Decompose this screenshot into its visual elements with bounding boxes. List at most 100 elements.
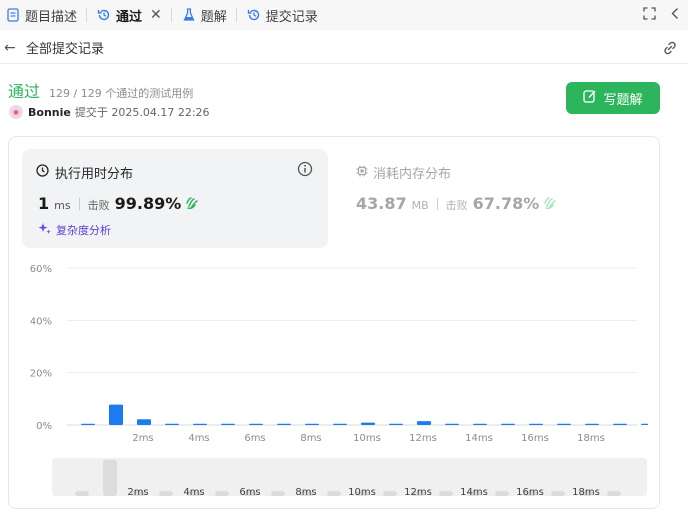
y-tick-label: 60% (30, 264, 52, 275)
memory-beats-value: 67.78% (472, 194, 540, 213)
y-tick-label: 20% (30, 369, 52, 380)
memory-metric: 43.87 MB 击败 67.78% (356, 194, 557, 213)
fullscreen-icon[interactable] (643, 6, 656, 24)
complexity-label: 复杂度分析 (56, 224, 111, 237)
runtime-label: 执行用时分布 (55, 167, 134, 182)
chart-bar (557, 423, 571, 425)
tabbar-actions (643, 0, 680, 30)
x-tick-label: 4ms (188, 433, 209, 444)
minimap-bar (159, 491, 173, 496)
write-solution-label: 写题解 (603, 92, 643, 108)
runtime-beats-value: 99.89% (114, 194, 182, 213)
chart-bar (417, 421, 431, 425)
runtime-panel[interactable]: 执行用时分布 1 ms 击败 99.89% 复杂度分析 (22, 149, 328, 248)
memory-unit: MB (411, 199, 429, 212)
chart-bar (585, 423, 599, 425)
status-badge: 通过 (8, 82, 41, 101)
tab-accepted[interactable]: 通过 ✕ (91, 0, 167, 30)
info-icon[interactable] (297, 161, 313, 181)
chart-bar (333, 423, 347, 425)
runtime-beats-label: 击败 (87, 199, 110, 212)
chart-bar (361, 422, 375, 425)
chart-bar (529, 423, 543, 425)
chart-bar (109, 404, 123, 425)
clock-icon (36, 164, 49, 181)
runtime-value: 1 (38, 194, 50, 213)
runtime-metric: 1 ms 击败 99.89% (38, 194, 199, 213)
link-icon[interactable] (662, 40, 678, 60)
complexity-analysis-link[interactable]: 复杂度分析 (38, 222, 111, 238)
chart-bar (221, 423, 235, 425)
chart-bar (613, 423, 627, 425)
status-line: 通过 129 / 129 个通过的测试用例 (8, 78, 193, 102)
collapse-icon[interactable] (670, 7, 680, 24)
chart-range-slider[interactable]: 2ms 4ms 6ms 8ms 10ms 12ms 14ms 16ms 18ms (52, 458, 647, 496)
chart-bar (137, 419, 151, 425)
minimap-bar (439, 491, 453, 496)
chart-bar (389, 423, 403, 425)
x-tick-label: 12ms (409, 433, 437, 444)
chart-bar (641, 423, 648, 425)
avatar[interactable]: ❀ (9, 105, 23, 119)
minimap-tick-label: 18ms (572, 487, 600, 496)
author-line: ❀ Bonnie 提交于 2025.04.17 22:26 (9, 104, 210, 120)
minimap-tick-label: 2ms (127, 487, 148, 496)
minimap-tick-label: 14ms (460, 487, 488, 496)
chart-bar (473, 423, 487, 425)
history-icon (247, 8, 261, 22)
minimap-tick-label: 16ms (516, 487, 544, 496)
minimap-tick-label: 6ms (239, 487, 260, 496)
y-tick-label: 0% (36, 421, 52, 432)
minimap-bar (495, 491, 509, 496)
close-icon[interactable]: ✕ (150, 7, 162, 23)
clap-icon (185, 196, 199, 212)
minimap-bar (383, 491, 397, 496)
tab-description[interactable]: 题目描述 (0, 0, 82, 30)
chart-bar (445, 423, 459, 425)
tab-solutions[interactable]: 题解 (176, 0, 232, 30)
chip-icon (356, 165, 368, 181)
chart-bar (249, 423, 263, 425)
x-tick-label: 14ms (465, 433, 493, 444)
minimap-bar (103, 459, 117, 496)
x-tick-label: 10ms (353, 433, 381, 444)
write-solution-button[interactable]: 写题解 (566, 82, 660, 114)
memory-label-row: 消耗内存分布 (356, 163, 451, 182)
submission-header: ← 全部提交记录 (0, 32, 688, 64)
minimap-bar (271, 491, 285, 496)
runtime-unit: ms (54, 199, 71, 212)
x-tick-label: 8ms (300, 433, 321, 444)
divider (78, 197, 80, 210)
back-arrow-icon[interactable]: ← (4, 40, 20, 56)
minimap-bar (327, 491, 341, 496)
y-tick-label: 40% (30, 316, 52, 327)
chart-bar (305, 423, 319, 425)
minimap-bar (215, 491, 229, 496)
chart-bar (277, 423, 291, 425)
x-tick-label: 6ms (244, 433, 265, 444)
sparkle-icon (38, 222, 51, 238)
test-cases-count: 129 / 129 个通过的测试用例 (49, 87, 194, 100)
memory-beats-label: 击败 (445, 199, 468, 212)
all-submissions-link[interactable]: 全部提交记录 (26, 38, 104, 57)
author-name[interactable]: Bonnie (28, 106, 71, 119)
tab-submissions-label: 提交记录 (265, 9, 318, 25)
tab-submissions[interactable]: 提交记录 (241, 0, 323, 30)
divider (436, 197, 438, 210)
tab-bar: 题目描述 通过 ✕ 题解 提交记录 (0, 0, 688, 30)
tab-accepted-label: 通过 (116, 9, 143, 25)
edit-icon (583, 89, 597, 107)
submit-time: 提交于 2025.04.17 22:26 (74, 106, 210, 119)
runtime-label-row: 执行用时分布 (36, 163, 133, 182)
x-tick-label: 18ms (577, 433, 605, 444)
minimap-tick-label: 4ms (183, 487, 204, 496)
tab-divider (86, 8, 88, 22)
runtime-distribution-chart[interactable]: 0% 20% 40% 60% 2ms 4ms 6ms 8ms 10ms 12ms 14ms 16ms 1… (22, 258, 648, 448)
minimap-bar (607, 491, 621, 496)
minimap-bar (75, 491, 89, 496)
chart-bar (193, 423, 207, 425)
flask-icon (182, 8, 196, 22)
tab-divider (170, 8, 172, 22)
x-tick-label: 2ms (132, 433, 153, 444)
tab-solutions-label: 题解 (200, 9, 227, 25)
